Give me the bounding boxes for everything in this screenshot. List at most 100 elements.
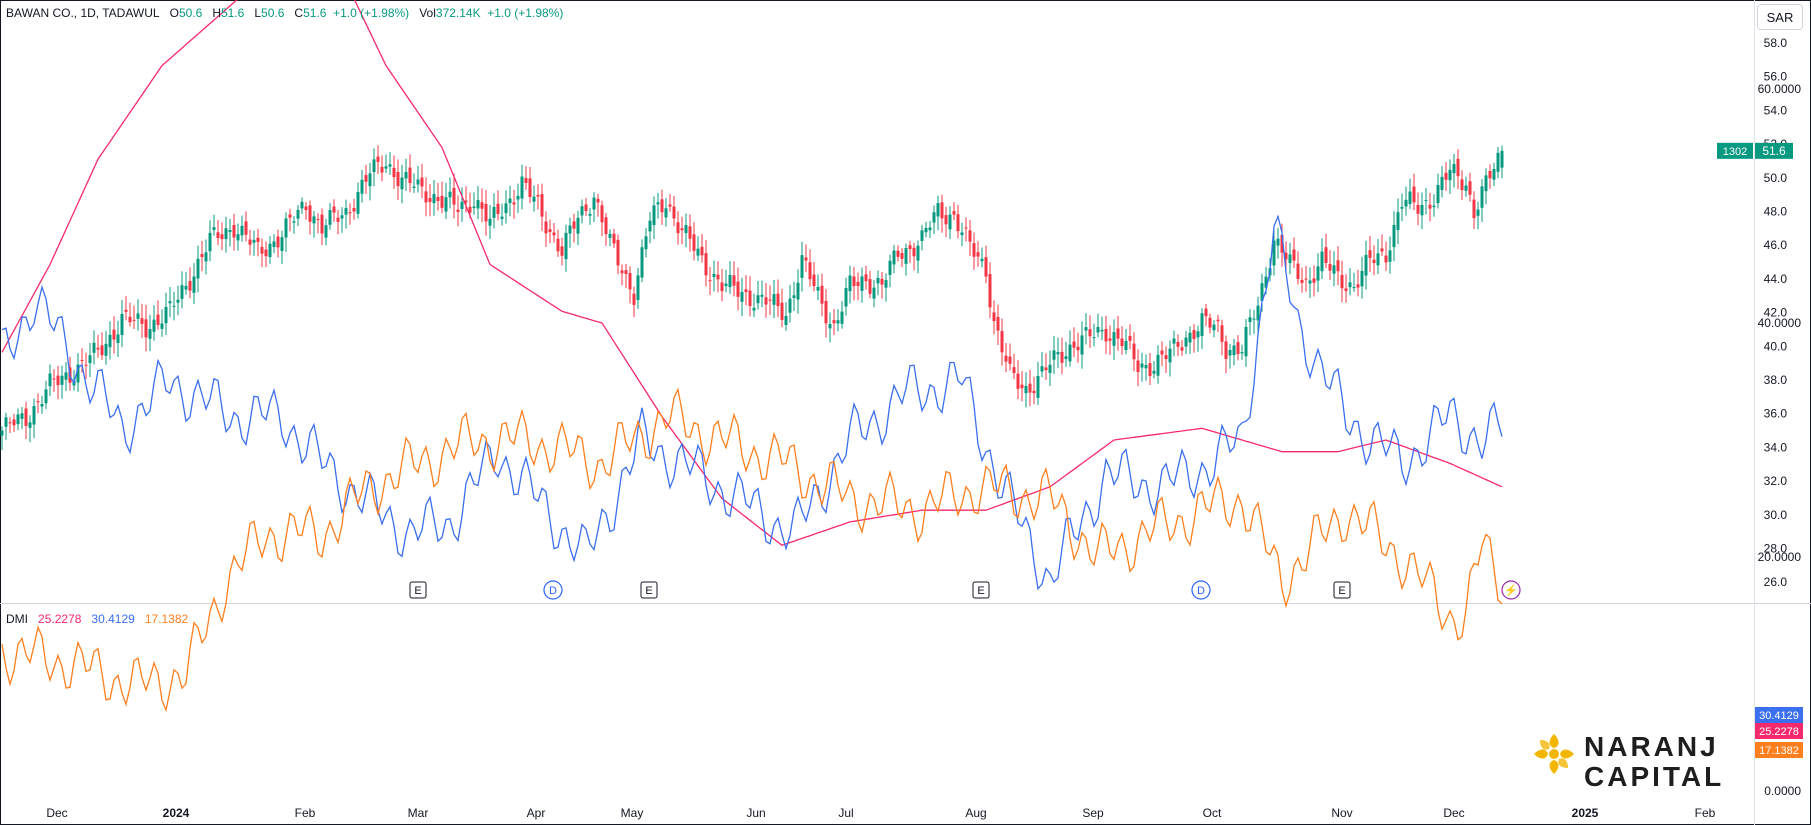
price-axis-tick: 48.0 <box>1764 205 1788 219</box>
candle <box>652 196 656 239</box>
countdown-label: 1302 <box>1723 146 1747 158</box>
candle <box>680 216 684 245</box>
candle <box>1096 313 1100 338</box>
event-marker[interactable]: E <box>640 581 658 599</box>
candle <box>1492 162 1496 186</box>
candle <box>1388 236 1392 274</box>
candle <box>772 279 776 319</box>
candle <box>724 269 728 293</box>
candle <box>496 190 500 221</box>
candle <box>1104 315 1108 354</box>
candle <box>336 209 340 235</box>
candle <box>932 205 936 234</box>
candle <box>324 218 328 246</box>
price-axis-tick: 30.0 <box>1764 508 1788 522</box>
candle <box>1032 376 1036 405</box>
dmi-plus-di-line <box>1 214 1503 591</box>
candle <box>1428 192 1432 222</box>
candle <box>424 177 428 217</box>
candle <box>400 164 404 204</box>
candle <box>808 249 812 287</box>
candle <box>764 283 768 318</box>
candle <box>1476 201 1480 230</box>
candle <box>792 281 796 311</box>
candle <box>1180 340 1184 356</box>
candle <box>84 352 88 379</box>
price-axis-tick: 58.0 <box>1764 36 1788 50</box>
event-marker[interactable]: E <box>409 581 427 599</box>
candle <box>164 292 168 335</box>
candle <box>844 277 848 316</box>
candle <box>1000 318 1004 366</box>
candle <box>936 195 940 231</box>
candle <box>184 272 188 295</box>
candle <box>976 241 980 267</box>
candle <box>1144 354 1148 381</box>
symbol-name[interactable]: BAWAN CO., 1D, TADAWUL <box>6 6 160 20</box>
candle <box>1128 324 1132 350</box>
candle <box>968 220 972 256</box>
candle <box>392 155 396 189</box>
candle <box>192 263 196 305</box>
event-marker[interactable]: D <box>543 580 563 600</box>
candle <box>748 276 752 317</box>
event-marker[interactable]: E <box>972 581 990 599</box>
candle <box>1208 313 1212 334</box>
candle <box>328 203 332 230</box>
candle <box>1424 187 1428 215</box>
candle <box>780 288 784 327</box>
candle <box>1468 172 1472 202</box>
event-marker[interactable]: ⚡ <box>1501 580 1521 600</box>
candle <box>1040 352 1044 378</box>
candle <box>1344 274 1348 303</box>
candle <box>168 286 172 318</box>
candle <box>1324 233 1328 269</box>
candle <box>1304 265 1308 292</box>
candle <box>172 291 176 321</box>
candle <box>744 275 748 306</box>
candle <box>396 159 400 201</box>
candle <box>816 274 820 301</box>
event-marker[interactable]: E <box>1333 581 1351 599</box>
dmi-label[interactable]: DMI <box>6 612 28 626</box>
candle <box>56 365 60 400</box>
event-marker[interactable]: D <box>1191 580 1211 600</box>
volume-label: Vol <box>419 6 436 20</box>
candle <box>856 272 860 300</box>
candle <box>180 271 184 309</box>
candle <box>868 270 872 299</box>
price-axis-tick: 44.0 <box>1764 272 1788 286</box>
candle <box>944 207 948 238</box>
candle <box>504 190 508 224</box>
candle <box>1444 162 1448 192</box>
candle <box>1004 342 1008 373</box>
candle <box>908 240 912 263</box>
candle <box>564 224 568 272</box>
candle <box>1212 320 1216 338</box>
currency-button[interactable]: SAR <box>1757 4 1803 30</box>
candle <box>304 201 308 220</box>
candle <box>100 332 104 360</box>
candle <box>1012 353 1016 380</box>
candle <box>1372 245 1376 276</box>
svg-text:E: E <box>645 585 652 597</box>
candle <box>92 330 96 365</box>
candle <box>296 205 300 226</box>
candle <box>1100 316 1104 341</box>
candle <box>252 230 256 257</box>
candle <box>880 271 884 299</box>
candle <box>188 267 192 299</box>
candle <box>768 285 772 316</box>
volume-value: 372.14K <box>435 6 481 20</box>
chart-canvas[interactable]: 58.056.054.052.050.048.046.044.042.040.0… <box>0 0 1811 825</box>
candle <box>1016 360 1020 400</box>
candle <box>784 302 788 331</box>
candle <box>1112 319 1116 360</box>
time-axis-tick: Dec <box>46 806 67 820</box>
candle <box>548 219 552 244</box>
candle <box>732 261 736 297</box>
candle <box>520 164 524 210</box>
candle <box>288 208 292 232</box>
candle <box>988 262 992 319</box>
candle <box>1456 149 1460 190</box>
